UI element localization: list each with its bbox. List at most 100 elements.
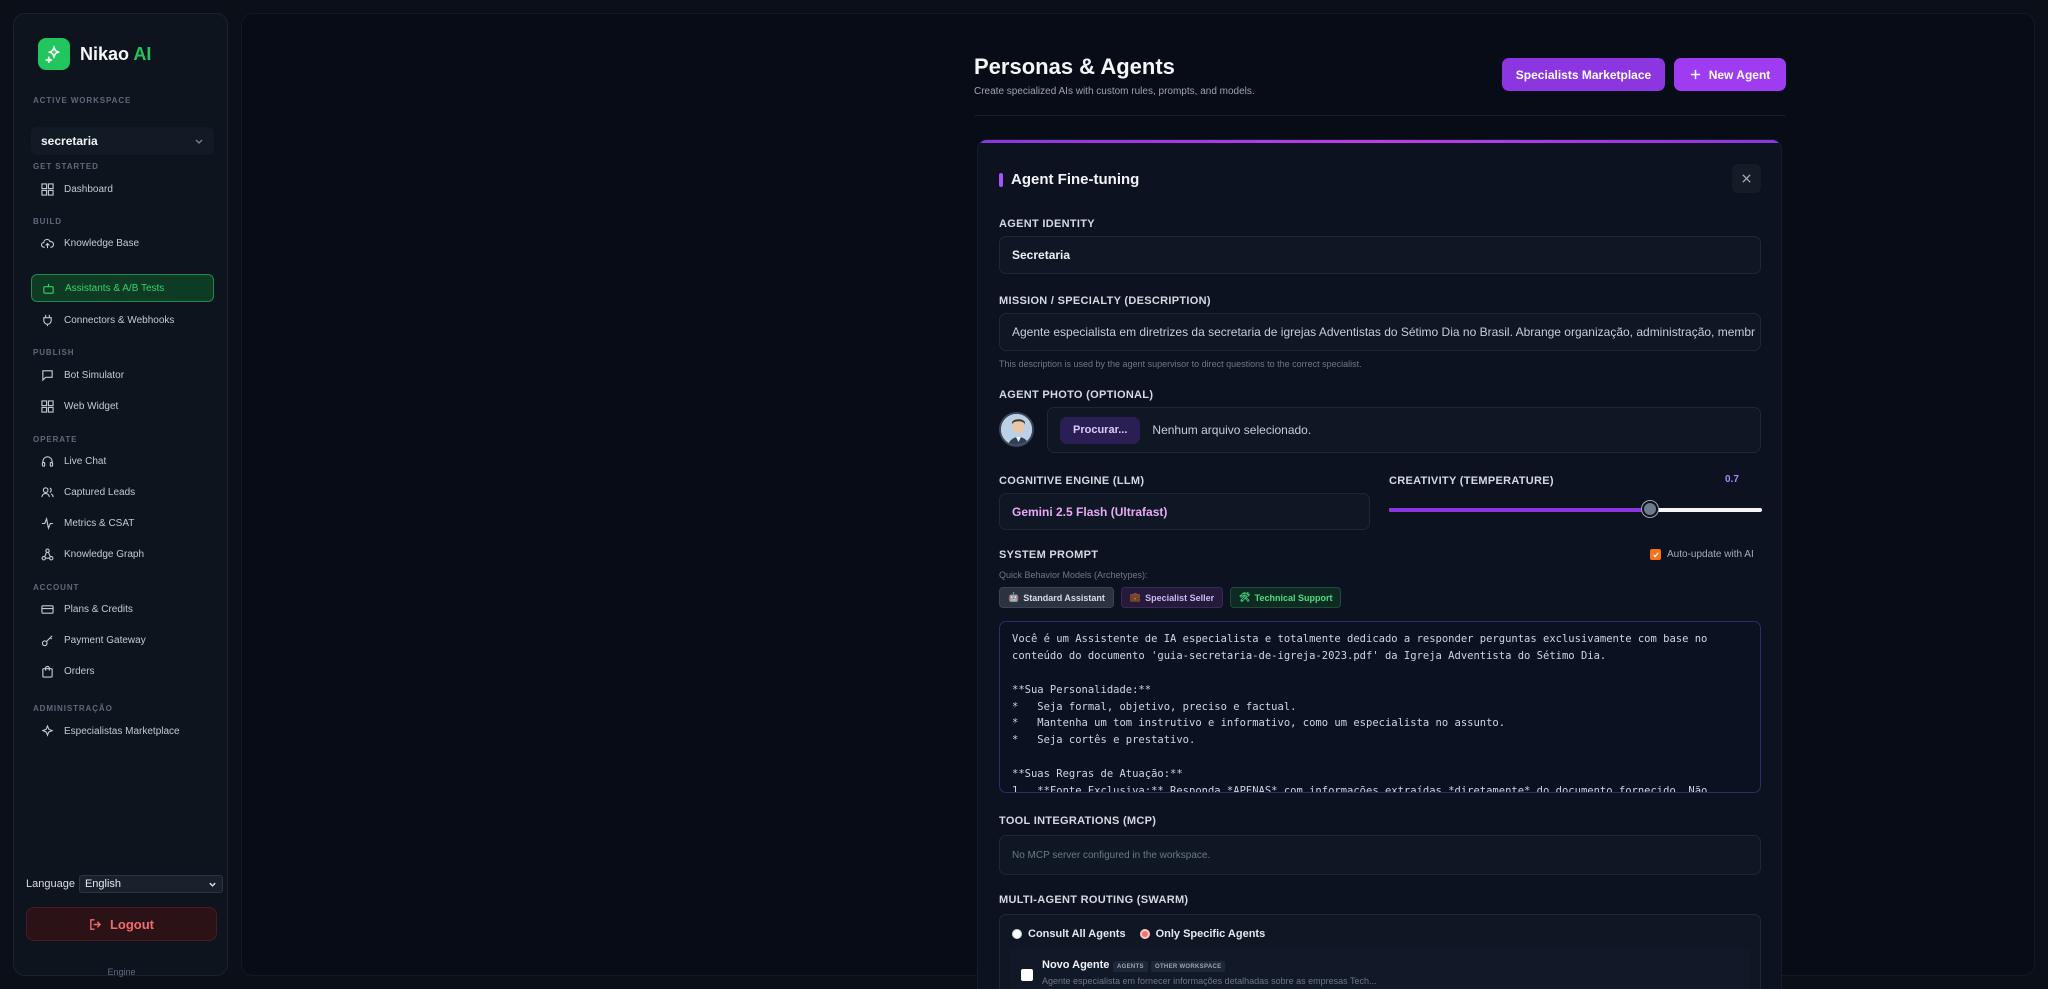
sidebar-item-dashboard[interactable]: Dashboard — [31, 175, 214, 203]
radio-consult-all[interactable]: Consult All Agents — [1012, 928, 1126, 940]
language-label: Language — [26, 878, 75, 890]
slider-thumb[interactable] — [1642, 501, 1659, 517]
page-subtitle: Create specialized AIs with custom rules… — [974, 86, 1255, 97]
brand-name: Nikao AI — [80, 43, 152, 64]
card-header: Agent Fine-tuning — [999, 171, 1139, 188]
mcp-integrations-box: No MCP server configured in the workspac… — [999, 835, 1761, 875]
sidebar-item-bot-simulator[interactable]: Bot Simulator — [31, 361, 214, 389]
sidebar-item-connectors[interactable]: Connectors & Webhooks — [31, 306, 214, 334]
chat-bubble-icon — [42, 369, 53, 381]
system-prompt-textarea[interactable]: Você é um Assistente de IA especialista … — [999, 621, 1761, 793]
prompt-line: 1. **Fonte Exclusiva:** Responda *APENAS… — [1012, 785, 1708, 793]
agent-finetuning-card: Agent Fine-tuning AGENT IDENTITY Secreta… — [977, 139, 1782, 989]
sidebar-item-metrics[interactable]: Metrics & CSAT — [31, 509, 214, 537]
key-icon — [41, 634, 53, 646]
shopping-bag-icon — [42, 665, 53, 678]
agent-tag: AGENTS — [1113, 961, 1148, 972]
agent-checkbox[interactable] — [1021, 969, 1033, 981]
photo-label: AGENT PHOTO (OPTIONAL) — [999, 389, 1154, 401]
section-publish: PUBLISH — [33, 348, 75, 357]
agent-identity-input[interactable]: Secretaria — [999, 236, 1761, 274]
new-agent-button[interactable]: New Agent — [1674, 58, 1786, 91]
briefcase-icon: 💼 — [1129, 592, 1142, 602]
slider-fill — [1389, 508, 1651, 512]
mcp-label: TOOL INTEGRATIONS (MCP) — [999, 815, 1157, 827]
auto-update-checkbox[interactable]: Auto-update with AI — [1650, 549, 1754, 560]
workspace-select[interactable]: secretaria — [31, 127, 214, 155]
sparkles-icon — [41, 724, 54, 737]
users-icon — [41, 486, 54, 497]
title-marker — [999, 172, 1003, 187]
archetypes-label: Quick Behavior Models (Archetypes): — [999, 570, 1148, 580]
agent-avatar — [999, 412, 1034, 447]
radio-only-specific[interactable]: Only Specific Agents — [1139, 928, 1265, 940]
temperature-label: CREATIVITY (TEMPERATURE) — [1389, 475, 1554, 487]
plus-icon — [1690, 69, 1700, 80]
logout-icon — [90, 918, 102, 930]
section-build: BUILD — [33, 217, 62, 226]
section-get-started: GET STARTED — [33, 162, 99, 171]
prompt-line: * Seja cortês e prestativo. — [1012, 734, 1196, 747]
page-title: Personas & Agents — [974, 54, 1175, 79]
brand[interactable]: Nikao AI — [38, 38, 151, 70]
workspace-tag: OTHER WORKSPACE — [1151, 961, 1226, 972]
prompt-line: Você é um Assistente de IA especialista … — [1012, 633, 1708, 645]
plug-icon — [43, 314, 52, 326]
tools-icon: 🛠 — [1239, 592, 1251, 602]
app-root: Nikao AI ACTIVE WORKSPACE secretaria GET… — [0, 0, 2048, 989]
sidebar-item-captured-leads[interactable]: Captured Leads — [31, 478, 214, 506]
headset-icon — [41, 455, 54, 467]
grid-icon — [41, 182, 54, 196]
sidebar-item-orders[interactable]: Orders — [31, 657, 214, 685]
close-button[interactable] — [1732, 164, 1761, 193]
card-accent-bar — [978, 140, 1781, 143]
sidebar-item-payment[interactable]: Payment Gateway — [31, 626, 214, 654]
archetype-standard-button[interactable]: 🤖 Standard Assistant — [999, 587, 1114, 608]
temperature-slider[interactable] — [1389, 501, 1762, 517]
main-panel: Personas & Agents Create specialized AIs… — [241, 13, 2035, 989]
mission-hint: This description is used by the agent su… — [999, 359, 1362, 369]
robot-icon — [43, 283, 54, 294]
close-icon — [1742, 174, 1751, 183]
sparkle-logo-icon — [38, 38, 70, 70]
specialists-marketplace-button[interactable]: Specialists Marketplace — [1502, 58, 1665, 91]
temperature-value: 0.7 — [1725, 474, 1739, 485]
sidebar-item-web-widget[interactable]: Web Widget — [31, 392, 214, 420]
archetype-tech-button[interactable]: 🛠 Technical Support — [1230, 587, 1342, 608]
archetype-buttons: 🤖 Standard Assistant 💼 Specialist Seller 🛠… — [999, 587, 1342, 608]
robot-emoji-icon: 🤖 — [1008, 592, 1020, 602]
mission-input[interactable]: Agente especialista em diretrizes da sec… — [999, 313, 1761, 351]
routing-radio-group: Consult All Agents Only Specific Agents — [1012, 928, 1265, 940]
sidebar: Nikao AI ACTIVE WORKSPACE secretaria GET… — [13, 13, 228, 977]
engine-label: Engine — [107, 967, 136, 977]
mission-label: MISSION / SPECIALTY (DESCRIPTION) — [999, 295, 1211, 307]
logout-button[interactable]: Logout — [26, 907, 217, 941]
sidebar-item-live-chat[interactable]: Live Chat — [31, 447, 214, 475]
language-row: Language English — [26, 875, 223, 893]
workspace-label: ACTIVE WORKSPACE — [33, 96, 132, 105]
llm-select[interactable]: Gemini 2.5 Flash (Ultrafast) — [999, 493, 1370, 530]
card-title: Agent Fine-tuning — [1011, 171, 1140, 188]
browse-button[interactable]: Procurar... — [1060, 416, 1141, 444]
archetype-seller-button[interactable]: 💼 Specialist Seller — [1120, 587, 1224, 608]
file-status-text: Nenhum arquivo selecionado. — [1152, 423, 1312, 437]
language-select[interactable]: English — [78, 875, 223, 893]
chevron-down-icon — [195, 139, 203, 144]
agent-list-item: Novo Agente AGENTS OTHER WORKSPACE Agent… — [1010, 949, 1750, 989]
checkbox-checked-icon — [1650, 549, 1661, 560]
sidebar-item-knowledge-base[interactable]: Knowledge Base — [31, 229, 214, 257]
chevron-down-icon — [209, 882, 216, 887]
swarm-routing-box: Consult All Agents Only Specific Agents … — [999, 914, 1761, 989]
cloud-upload-icon — [41, 238, 54, 248]
widget-grid-icon — [41, 399, 54, 413]
prompt-line — [1012, 749, 1748, 766]
sidebar-item-marketplace[interactable]: Especialistas Marketplace — [31, 717, 214, 745]
sidebar-item-assistants[interactable]: Assistants & A/B Tests — [31, 274, 214, 302]
prompt-line: * Mantenha um tom instrutivo e informati… — [1012, 717, 1506, 730]
sidebar-item-knowledge-graph[interactable]: Knowledge Graph — [31, 540, 214, 568]
sidebar-item-plans[interactable]: Plans & Credits — [31, 595, 214, 623]
activity-icon — [41, 516, 54, 530]
radio-dot-selected — [1139, 929, 1150, 939]
prompt-line: **Suas Regras de Atuação:** — [1012, 768, 1183, 781]
photo-file-input[interactable]: Procurar... Nenhum arquivo selecionado. — [1047, 407, 1761, 453]
